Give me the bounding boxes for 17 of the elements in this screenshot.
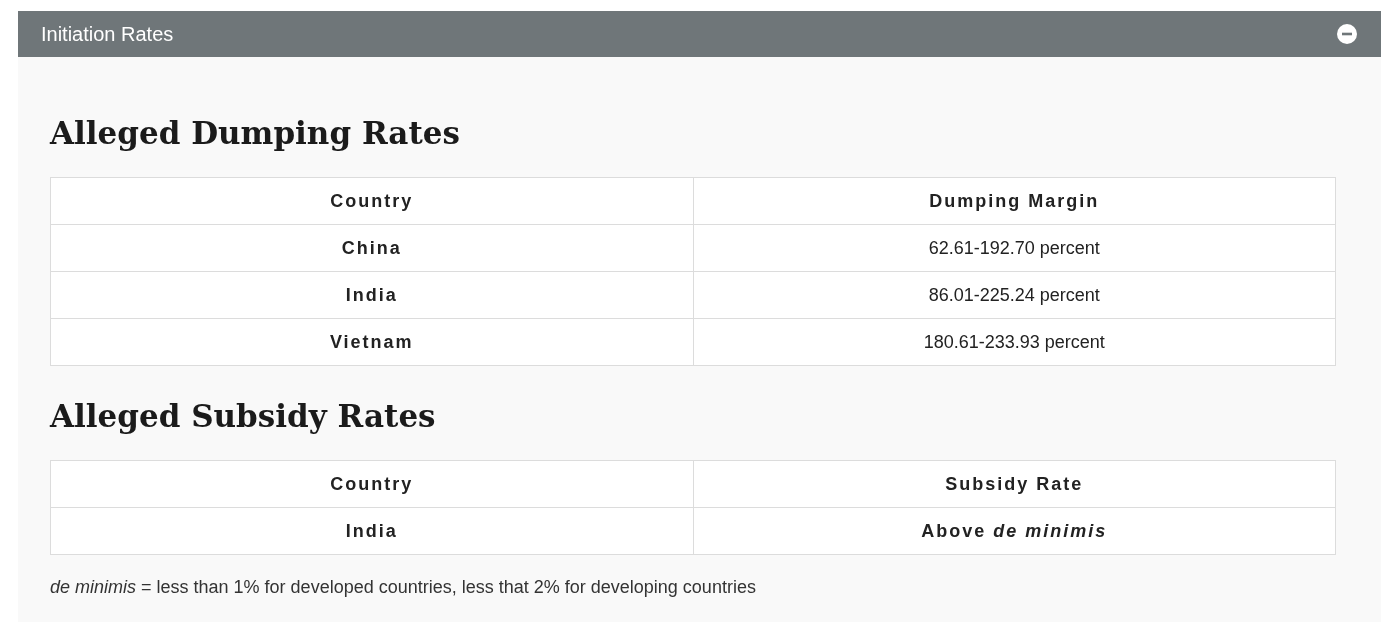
table-cell: 180.61-233.93 percent — [693, 318, 1336, 366]
table-cell: China — [50, 224, 693, 272]
minus-circle-icon — [1337, 24, 1357, 44]
column-header: Country — [50, 177, 693, 225]
section-heading: Alleged Subsidy Rates — [50, 398, 437, 434]
column-header: Dumping Margin — [693, 177, 1336, 225]
table-cell: 62.61-192.70 percent — [693, 224, 1336, 272]
table-cell: India — [50, 507, 693, 555]
footnote: de minimis = less than 1% for developed countries, less that 2% for developing countries — [50, 577, 757, 598]
column-header: Subsidy Rate — [693, 460, 1336, 508]
table-cell: India — [50, 271, 693, 319]
column-header: Country — [50, 460, 693, 508]
table-cell: 86.01-225.24 percent — [693, 271, 1336, 319]
panel-header[interactable]: Initiation Rates — [18, 11, 1381, 57]
section-heading: Alleged Dumping Rates — [50, 115, 461, 151]
table-cell: Above de minimis — [693, 507, 1336, 555]
table-cell: Vietnam — [50, 318, 693, 366]
